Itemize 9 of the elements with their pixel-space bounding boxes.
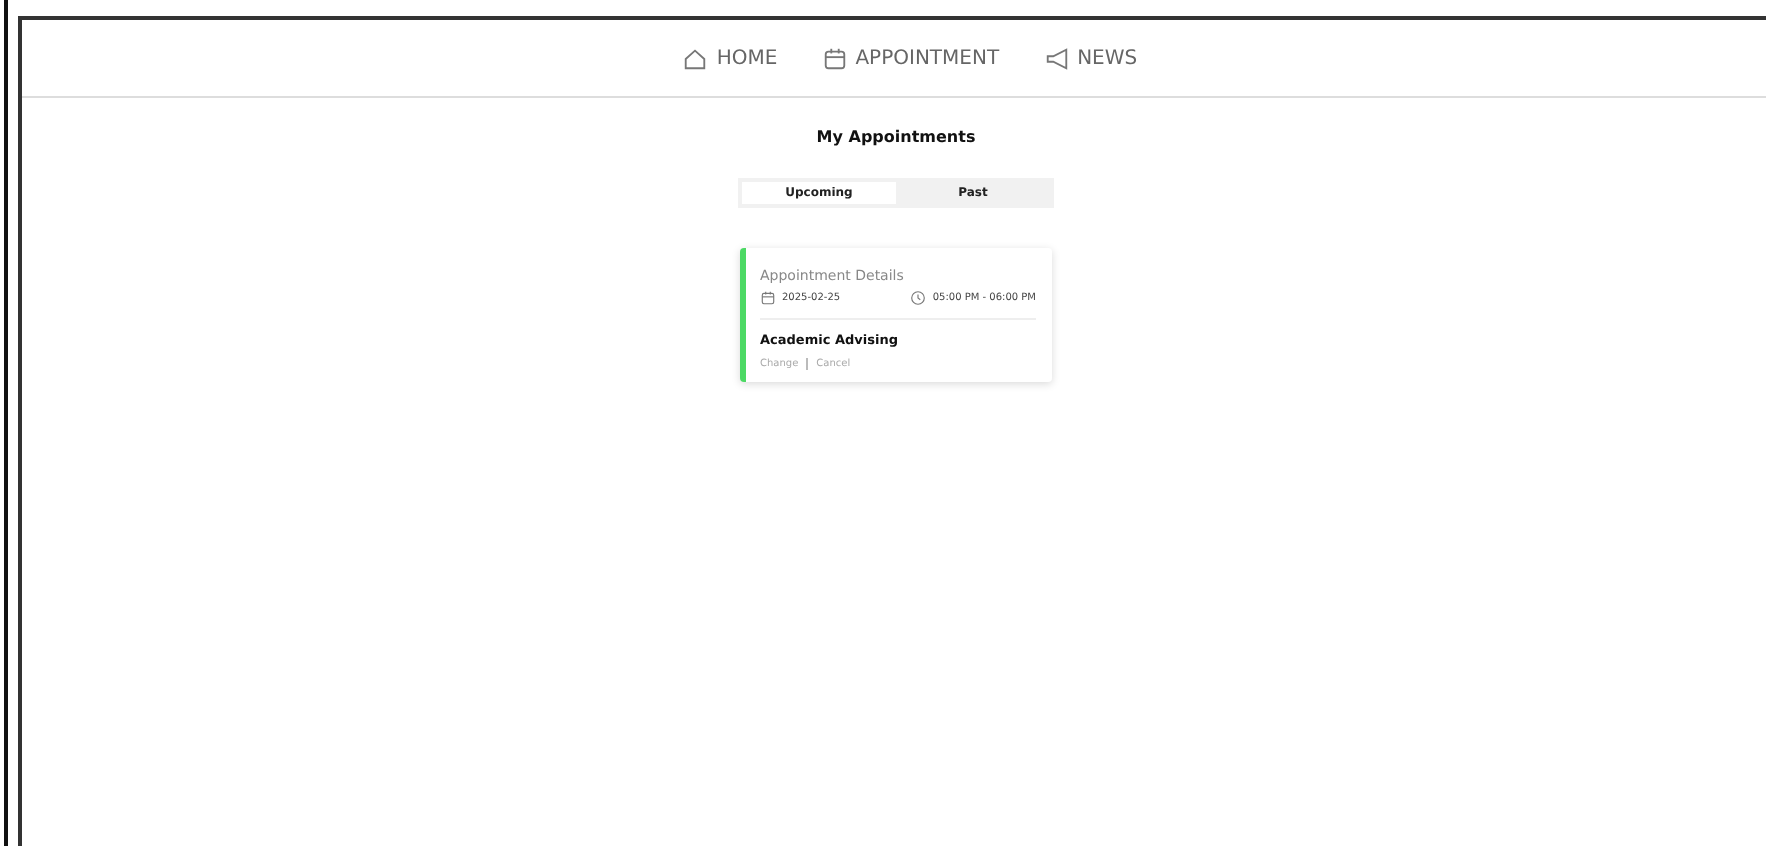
calendar-icon (821, 45, 848, 71)
clock-icon (910, 290, 927, 306)
home-icon (682, 45, 709, 71)
calendar-icon (760, 290, 776, 306)
page-title: My Appointments (816, 128, 976, 146)
nav-link[interactable]: NEWS (1043, 45, 1138, 71)
megaphone-icon (1043, 45, 1070, 71)
nav-link[interactable]: APPOINTMENT (821, 45, 1000, 71)
nav-link[interactable]: HOME (682, 45, 778, 71)
